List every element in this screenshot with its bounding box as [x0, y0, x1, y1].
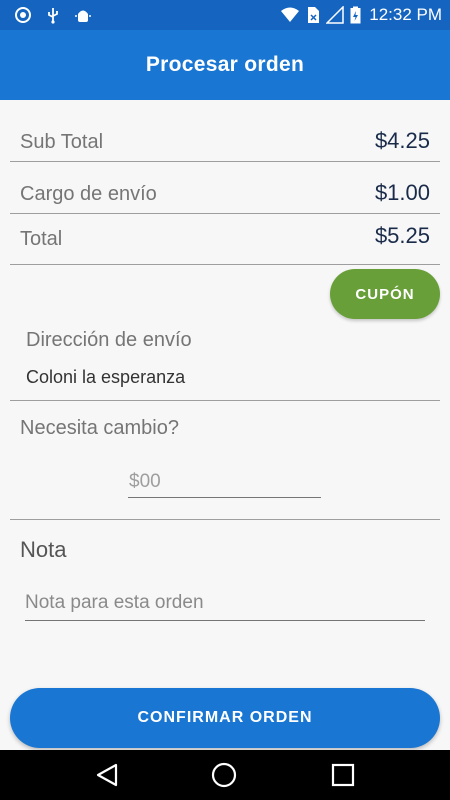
total-value: $5.25 — [374, 223, 430, 248]
confirm-order-button[interactable]: CONFIRMAR ORDEN — [10, 688, 440, 748]
battery-charging-icon — [350, 6, 361, 24]
navigation-bar — [0, 750, 450, 800]
app-bar: Procesar orden — [0, 30, 450, 100]
divider — [10, 264, 440, 265]
page-title: Procesar orden — [145, 53, 305, 76]
divider — [10, 519, 440, 520]
sim-icon — [308, 7, 320, 23]
divider — [10, 161, 440, 162]
wifi-icon — [281, 7, 300, 22]
signal-icon — [326, 6, 344, 24]
android-debug-icon — [75, 10, 91, 22]
back-icon — [96, 763, 118, 787]
shipping-row: Cargo de envío $1.00 — [10, 166, 440, 214]
home-icon — [211, 762, 237, 788]
change-label: Necesita cambio? — [20, 417, 179, 439]
order-form: Sub Total $4.25 Cargo de envío $1.00 Tot… — [0, 100, 450, 750]
divider — [10, 213, 440, 214]
note-input[interactable] — [25, 586, 425, 621]
recents-button[interactable] — [327, 760, 359, 790]
status-time: 12:32 PM — [369, 5, 442, 24]
home-button[interactable] — [208, 760, 240, 790]
subtotal-value: $4.25 — [374, 128, 430, 153]
note-heading: Nota — [20, 537, 67, 562]
subtotal-row: Sub Total $4.25 — [10, 114, 440, 162]
coupon-button[interactable]: CUPÓN — [330, 269, 440, 319]
subtotal-label: Sub Total — [20, 131, 104, 153]
recents-icon — [331, 763, 355, 787]
status-bar: 12:32 PM — [0, 0, 450, 30]
divider — [10, 400, 440, 401]
shipping-value: $1.00 — [374, 180, 430, 205]
change-amount-input[interactable] — [128, 466, 321, 498]
usb-icon — [48, 8, 58, 24]
shipping-label: Cargo de envío — [20, 183, 157, 205]
sync-icon — [15, 7, 31, 23]
shipping-address-label: Dirección de envío — [26, 329, 192, 351]
back-button[interactable] — [91, 760, 123, 790]
shipping-address-value[interactable]: Coloni la esperanza — [26, 367, 185, 388]
total-row: Total $5.25 — [10, 217, 440, 265]
total-label: Total — [20, 228, 63, 250]
